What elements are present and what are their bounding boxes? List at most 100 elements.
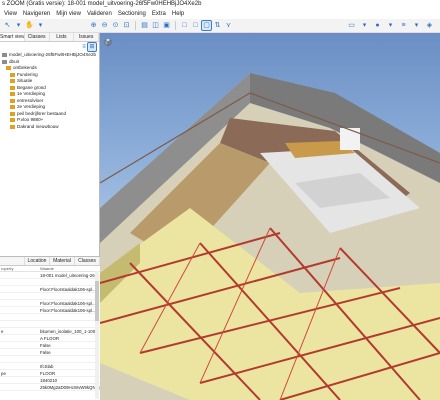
property-row[interactable]	[0, 321, 100, 328]
property-row[interactable]	[0, 356, 100, 363]
menu-help[interactable]: Help	[172, 9, 184, 19]
properties-list: 18-001 model_uitvoering-26... Floor:Floor…	[0, 272, 100, 391]
property-name: pe	[1, 371, 6, 376]
model-tree: model_uitvoering-26f5Fw0HEHBjJO4Xe2b dbui…	[0, 52, 99, 130]
property-value	[40, 293, 100, 299]
property-row[interactable]: A FLOOR	[0, 335, 100, 342]
section-box-icon[interactable]: ▢	[201, 20, 212, 31]
property-row[interactable]	[0, 293, 100, 300]
property-value: Floor:Floorstaaldak106-spl...	[40, 308, 96, 313]
tab-location[interactable]: Location	[25, 257, 50, 265]
property-row[interactable]: Floor:Floorstaaldak106-spl...	[0, 300, 100, 307]
folder-icon	[2, 59, 7, 64]
property-name	[0, 363, 40, 369]
property-row[interactable]: 1840210	[0, 377, 100, 384]
chevron-down-icon[interactable]: ▾	[36, 21, 45, 30]
zoom-extent-icon[interactable]: ⊙	[111, 21, 120, 30]
tab-material[interactable]: Material	[50, 257, 75, 265]
square-icon[interactable]: □	[180, 21, 189, 30]
property-value: 1840210	[40, 378, 58, 383]
tree-item-label: model_uitvoering-26f5Fw0HEHBjJO4Xe2b	[9, 52, 97, 57]
property-row[interactable]: IfcSlab	[0, 363, 100, 370]
chevron-down-icon[interactable]: ▾	[360, 21, 369, 30]
lines-icon[interactable]: ≡	[399, 21, 408, 30]
tab-classes[interactable]: Classes	[75, 257, 100, 265]
circle-icon[interactable]: ●	[373, 21, 382, 30]
folder-icon	[10, 92, 15, 97]
property-row[interactable]: pe FLOOR	[0, 370, 100, 377]
property-value: Floor:Floorstaaldak106-spl...	[40, 301, 96, 306]
properties-scrollbar[interactable]	[95, 271, 99, 399]
folder-icon	[10, 72, 15, 77]
property-value	[40, 279, 100, 285]
tab-smart-views[interactable]: Smart views	[0, 33, 25, 41]
property-row[interactable]: e bitumen_isolatie_100_1-100...	[0, 328, 100, 335]
building-model	[100, 73, 440, 400]
folder-icon	[10, 105, 15, 110]
view-icon[interactable]: ◫	[151, 21, 160, 30]
measure-icon[interactable]: ⋎	[224, 21, 233, 30]
property-name	[0, 286, 40, 292]
layer-icon[interactable]: ▤	[140, 21, 149, 30]
menu-bar: View Navigeren Mijn view Valideren Secti…	[0, 9, 440, 19]
folder-icon	[10, 79, 15, 84]
3d-viewport[interactable]	[100, 33, 440, 400]
rectangle-icon[interactable]: ▭	[347, 21, 356, 30]
property-row[interactable]: False	[0, 349, 100, 356]
window-title: s ZOOM (Gratis versie): 18-001 model_uit…	[0, 0, 440, 9]
property-value: Floor:Floorstaaldak106-spl...	[40, 287, 96, 292]
property-row[interactable]: 18-001 model_uitvoering-26...	[0, 272, 100, 279]
property-row[interactable]: 25k0Mg2aD09HcWvW9kQNrg	[0, 384, 100, 391]
walk-icon[interactable]: ⇅	[213, 21, 222, 30]
menu-mijn-view[interactable]: Mijn view	[56, 9, 81, 19]
box-icon[interactable]: ▣	[162, 21, 171, 30]
property-value: IfcSlab	[40, 364, 54, 369]
property-value: False	[40, 343, 51, 348]
tab-general[interactable]	[0, 257, 25, 265]
property-row[interactable]	[0, 314, 100, 321]
zoom-window-icon[interactable]: ⊡	[122, 21, 131, 30]
hand-icon[interactable]: ✋	[25, 21, 34, 30]
menu-valideren[interactable]: Valideren	[87, 9, 112, 19]
tab-lists[interactable]: Lists	[50, 33, 75, 41]
property-value: 25k0Mg2aD09HcWvW9kQNrg	[40, 385, 100, 390]
tab-issues[interactable]: Issues	[74, 33, 99, 41]
zoom-out-icon[interactable]: ⊖	[100, 21, 109, 30]
menu-sectioning[interactable]: Sectioning	[118, 9, 146, 19]
property-name	[0, 307, 40, 313]
chevron-down-icon[interactable]: ▾	[386, 21, 395, 30]
property-name	[0, 335, 40, 341]
zoom-in-icon[interactable]: ⊕	[89, 21, 98, 30]
value-column-header: Waarde	[40, 266, 54, 271]
main-toolbar: ↖ ▾ ✋ ▾ ⊕ ⊖ ⊙ ⊡ ▤ ◫ ▣ □ □ ▢ ⇅ ⋎ ▭ ▾ ● ▾ …	[0, 19, 440, 33]
tree-view-icon[interactable]: ⊞	[87, 42, 97, 52]
tree-item[interactable]: Dakrand nieuwbouw	[2, 124, 99, 131]
property-name	[0, 272, 40, 278]
square-icon[interactable]: □	[191, 21, 200, 30]
property-value	[40, 321, 100, 327]
select-icon[interactable]: ↖	[3, 21, 12, 30]
property-row[interactable]: False	[0, 342, 100, 349]
property-value: bitumen_isolatie_100_1-100...	[40, 329, 99, 334]
property-name	[0, 321, 40, 327]
property-name	[0, 300, 40, 306]
chevron-down-icon[interactable]: ▾	[412, 21, 421, 30]
tag-icon[interactable]: ◈	[425, 21, 434, 30]
cube-icon[interactable]	[104, 38, 112, 46]
menu-view[interactable]: View	[4, 9, 17, 19]
property-column-header: roperty	[1, 266, 14, 271]
list-icon[interactable]: ≡	[80, 43, 88, 51]
chevron-down-icon[interactable]: ▾	[14, 21, 23, 30]
property-row[interactable]: Floor:Floorstaaldak106-spl...	[0, 286, 100, 293]
tab-classes[interactable]: Classes	[25, 33, 50, 41]
property-value: FLOOR	[40, 371, 56, 376]
menu-extra[interactable]: Extra	[152, 9, 166, 19]
property-name: e	[1, 329, 4, 334]
property-row[interactable]	[0, 279, 100, 286]
property-row[interactable]: Floor:Floorstaaldak106-spl...	[0, 307, 100, 314]
menu-navigeren[interactable]: Navigeren	[23, 9, 50, 19]
tree-toolbar: ≡ ⊞	[0, 42, 99, 52]
properties-panel: Location Material Classes roperty Waarde…	[0, 256, 100, 400]
folder-icon	[10, 85, 15, 90]
property-name	[0, 356, 40, 362]
